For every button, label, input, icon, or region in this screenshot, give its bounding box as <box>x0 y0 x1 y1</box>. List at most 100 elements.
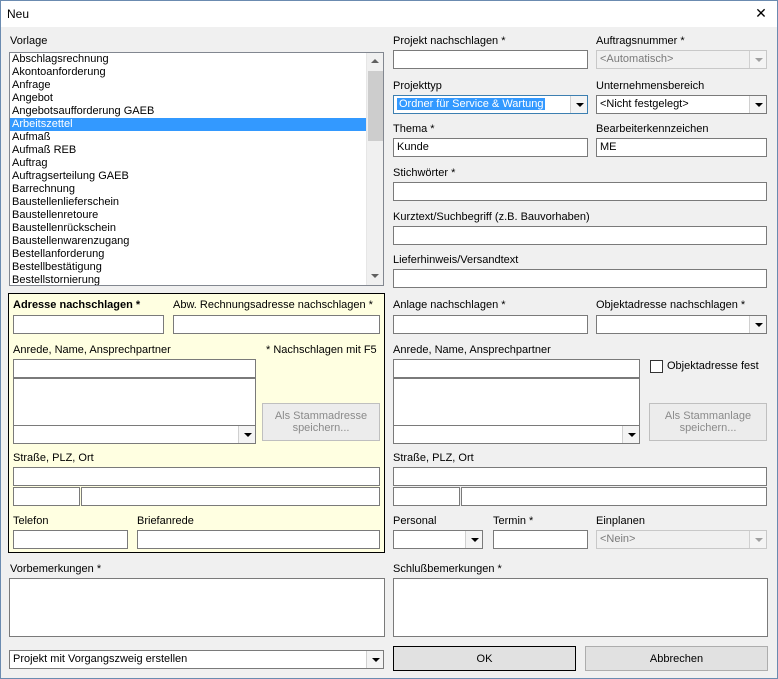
invoice-lookup-input[interactable] <box>173 315 380 334</box>
address-salutation-label: Anrede, Name, Ansprechpartner <box>13 344 171 356</box>
object-fixed-checkbox[interactable] <box>650 360 663 373</box>
site-lookup-input[interactable] <box>393 315 588 334</box>
invoice-lookup-label: Abw. Rechnungsadresse nachschlagen * <box>173 299 373 311</box>
personnel-label: Personal <box>393 515 437 527</box>
chevron-down-icon <box>749 316 766 333</box>
list-item[interactable]: Akontoanforderung <box>10 66 383 79</box>
address-lookup-input[interactable] <box>13 315 164 334</box>
list-item[interactable]: Anfrage <box>10 79 383 92</box>
save-master-address-button[interactable]: Als Stammadresse speichern... <box>262 403 380 441</box>
list-item[interactable]: Bestellstornierung <box>10 274 383 285</box>
schedule-label: Einplanen <box>596 515 645 527</box>
chevron-down-icon <box>570 96 587 113</box>
site-zip-input[interactable] <box>393 487 460 506</box>
shorttext-input[interactable] <box>393 226 767 245</box>
address-zip-input[interactable] <box>13 487 80 506</box>
close-icon[interactable]: ✕ <box>753 5 769 21</box>
f5-hint: * Nachschlagen mit F5 <box>266 344 377 356</box>
business-area-label: Unternehmensbereich <box>596 80 705 92</box>
list-item[interactable]: Angebot <box>10 92 383 105</box>
date-input[interactable] <box>493 530 588 549</box>
list-item[interactable]: Arbeitszettel <box>10 118 383 131</box>
project-lookup-input[interactable] <box>393 50 588 69</box>
chevron-down-icon <box>749 531 766 548</box>
list-item[interactable]: Auftragserteilung GAEB <box>10 170 383 183</box>
site-name-input[interactable] <box>393 359 640 378</box>
order-number-label: Auftragsnummer * <box>596 35 685 47</box>
list-item[interactable]: Bestellanforderung <box>10 248 383 261</box>
subject-input[interactable]: Kunde <box>393 138 588 157</box>
phone-input[interactable] <box>13 530 128 549</box>
list-item[interactable]: Aufmaß REB <box>10 144 383 157</box>
cancel-button[interactable]: Abbrechen <box>585 646 768 671</box>
delivery-input[interactable] <box>393 269 767 288</box>
schedule-value: <Nein> <box>600 533 636 545</box>
post-remarks-textarea[interactable] <box>393 578 768 637</box>
editor-label: Bearbeiterkennzeichen <box>596 123 709 135</box>
keywords-input[interactable] <box>393 182 767 201</box>
business-area-combo[interactable]: <Nicht festgelegt> <box>596 95 767 114</box>
window-title: Neu <box>7 7 30 21</box>
post-remarks-label: Schlußbemerkungen * <box>393 563 502 575</box>
chevron-down-icon <box>238 426 255 443</box>
shorttext-label: Kurztext/Suchbegriff (z.B. Bauvorhaben) <box>393 211 590 223</box>
list-item[interactable]: Bestellbestätigung <box>10 261 383 274</box>
keywords-label: Stichwörter * <box>393 167 456 179</box>
chevron-down-icon <box>749 51 766 68</box>
list-item[interactable]: Angebotsaufforderung GAEB <box>10 105 383 118</box>
creation-mode-combo[interactable]: Projekt mit Vorgangszweig erstellen <box>9 650 384 669</box>
address-street-input[interactable] <box>13 467 380 486</box>
order-number-combo[interactable]: <Automatisch> <box>596 50 767 69</box>
list-item[interactable]: Abschlagsrechnung <box>10 53 383 66</box>
template-list[interactable]: Abschlagsrechnung Akontoanforderung Anfrag… <box>9 52 384 286</box>
project-lookup-label: Projekt nachschlagen * <box>393 35 506 47</box>
site-contact-combo[interactable] <box>393 425 640 444</box>
scroll-up-icon[interactable] <box>367 53 383 70</box>
address-street-label: Straße, PLZ, Ort <box>13 452 94 464</box>
list-item[interactable]: Baustellenretoure <box>10 209 383 222</box>
date-label: Termin * <box>493 515 534 527</box>
letter-salutation-label: Briefanrede <box>137 515 194 527</box>
scroll-down-icon[interactable] <box>367 268 383 285</box>
scroll-thumb[interactable] <box>368 71 383 141</box>
editor-input[interactable]: ME <box>596 138 767 157</box>
delivery-label: Lieferhinweis/Versandtext <box>393 254 519 266</box>
address-name-textarea[interactable] <box>13 378 256 426</box>
object-fixed-label: Objektadresse fest <box>667 360 759 372</box>
personnel-combo[interactable] <box>393 530 483 549</box>
chevron-down-icon <box>465 531 482 548</box>
site-name-textarea[interactable] <box>393 378 640 426</box>
letter-salutation-input[interactable] <box>137 530 380 549</box>
list-item[interactable]: Baustellenlieferschein <box>10 196 383 209</box>
list-item[interactable]: Auftrag <box>10 157 383 170</box>
list-item[interactable]: Baustellenwarenzugang <box>10 235 383 248</box>
ok-button[interactable]: OK <box>393 646 576 671</box>
save-master-site-button[interactable]: Als Stammanlage speichern... <box>649 403 767 441</box>
project-type-label: Projekttyp <box>393 80 442 92</box>
address-name-input[interactable] <box>13 359 256 378</box>
list-item[interactable]: Baustellenrückschein <box>10 222 383 235</box>
pre-remarks-textarea[interactable] <box>9 578 385 637</box>
address-city-input[interactable] <box>81 487 380 506</box>
object-lookup-combo[interactable] <box>596 315 767 334</box>
template-scrollbar[interactable] <box>366 53 383 285</box>
project-type-combo[interactable]: Ordner für Service & Wartung <box>393 95 588 114</box>
chevron-down-icon <box>366 651 383 668</box>
site-street-input[interactable] <box>393 467 767 486</box>
site-lookup-label: Anlage nachschlagen * <box>393 299 506 311</box>
template-label: Vorlage <box>10 35 48 47</box>
list-item[interactable]: Aufmaß <box>10 131 383 144</box>
template-items: Abschlagsrechnung Akontoanforderung Anfrag… <box>10 53 383 285</box>
pre-remarks-label: Vorbemerkungen * <box>10 563 102 575</box>
business-area-value: <Nicht festgelegt> <box>600 98 689 110</box>
address-contact-combo[interactable] <box>13 425 256 444</box>
site-salutation-label: Anrede, Name, Ansprechpartner <box>393 344 551 356</box>
site-city-input[interactable] <box>461 487 767 506</box>
chevron-down-icon <box>749 96 766 113</box>
address-lookup-label: Adresse nachschlagen * <box>13 299 141 311</box>
order-number-value: <Automatisch> <box>600 53 674 65</box>
list-item[interactable]: Barrechnung <box>10 183 383 196</box>
site-street-label: Straße, PLZ, Ort <box>393 452 474 464</box>
title-bar: Neu ✕ <box>1 1 777 27</box>
schedule-combo[interactable]: <Nein> <box>596 530 767 549</box>
